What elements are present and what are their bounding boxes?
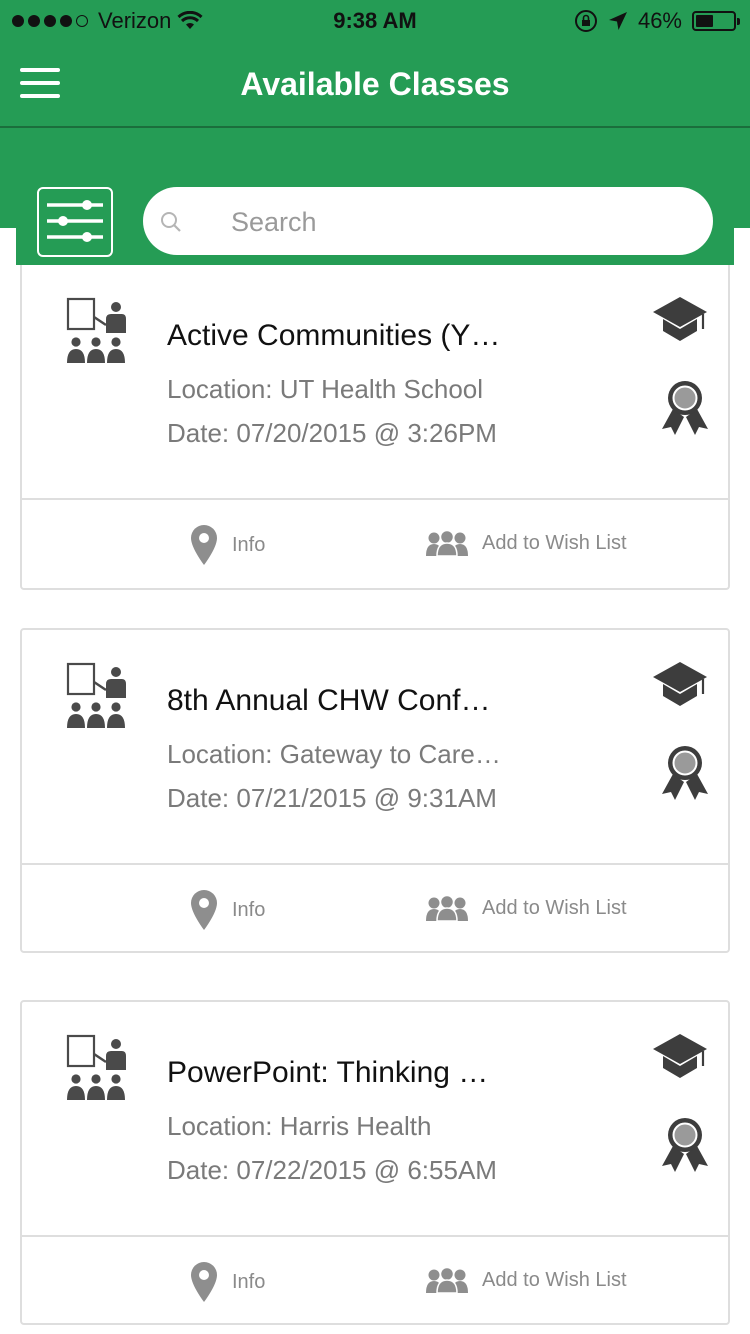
class-date: Date: 07/21/2015 @ 9:31AM bbox=[167, 783, 497, 813]
class-title: Active Communities (Y… bbox=[167, 319, 501, 352]
classroom-presentation-icon bbox=[66, 297, 126, 363]
group-users-icon bbox=[426, 895, 468, 921]
class-card[interactable]: PowerPoint: Thinking … Location: Harris … bbox=[20, 1000, 730, 1325]
info-button[interactable]: Info bbox=[190, 889, 265, 931]
add-to-wish-list-button[interactable]: Add to Wish List bbox=[426, 530, 627, 556]
battery-icon bbox=[692, 11, 740, 31]
add-to-wish-list-button[interactable]: Add to Wish List bbox=[426, 1267, 627, 1293]
classroom-presentation-icon bbox=[66, 662, 126, 728]
rotation-lock-icon bbox=[574, 10, 597, 32]
class-card-actions: Info Add to Wish List bbox=[22, 1237, 728, 1325]
info-label: Info bbox=[232, 898, 266, 921]
class-card[interactable]: 8th Annual CHW Conf… Location: Gateway t… bbox=[20, 628, 730, 953]
search-input[interactable] bbox=[229, 187, 693, 257]
award-ribbon-icon bbox=[662, 381, 708, 435]
graduation-cap-icon bbox=[653, 297, 707, 341]
map-pin-icon bbox=[191, 525, 217, 565]
sliders-filter-icon bbox=[47, 200, 103, 242]
wish-list-label: Add to Wish List bbox=[482, 896, 627, 919]
status-bar: Verizon 9:38 AM 46% bbox=[0, 0, 750, 40]
location-arrow-icon bbox=[608, 12, 627, 30]
classroom-presentation-icon bbox=[66, 1034, 126, 1100]
wish-list-label: Add to Wish List bbox=[482, 531, 627, 554]
class-card[interactable]: Active Communities (Y… Location: UT Heal… bbox=[20, 265, 730, 590]
group-users-icon bbox=[426, 1267, 468, 1293]
search-box[interactable] bbox=[143, 187, 713, 257]
class-card-actions: Info Add to Wish List bbox=[22, 500, 728, 588]
class-card-body[interactable]: Active Communities (Y… Location: UT Heal… bbox=[22, 265, 728, 500]
class-card-actions: Info Add to Wish List bbox=[22, 865, 728, 953]
class-card-body[interactable]: 8th Annual CHW Conf… Location: Gateway t… bbox=[22, 630, 728, 865]
graduation-cap-icon bbox=[653, 662, 707, 706]
add-to-wish-list-button[interactable]: Add to Wish List bbox=[426, 895, 627, 921]
info-button[interactable]: Info bbox=[190, 1261, 265, 1303]
award-ribbon-icon bbox=[662, 746, 708, 800]
class-title: PowerPoint: Thinking … bbox=[167, 1056, 489, 1089]
page-title: Available Classes bbox=[240, 66, 510, 102]
status-right-group: 46% bbox=[574, 8, 740, 34]
class-location: Location: UT Health School bbox=[167, 374, 484, 404]
award-ribbon-icon bbox=[662, 1118, 708, 1172]
class-date: Date: 07/22/2015 @ 6:55AM bbox=[167, 1155, 497, 1185]
wish-list-label: Add to Wish List bbox=[482, 1268, 627, 1291]
map-pin-icon bbox=[191, 1262, 217, 1302]
class-title: 8th Annual CHW Conf… bbox=[167, 684, 491, 717]
map-pin-icon bbox=[191, 890, 217, 930]
class-location: Location: Harris Health bbox=[167, 1111, 432, 1141]
class-card-body[interactable]: PowerPoint: Thinking … Location: Harris … bbox=[22, 1002, 728, 1237]
info-label: Info bbox=[232, 533, 266, 556]
battery-percent: 46% bbox=[637, 8, 682, 33]
app-header: Verizon 9:38 AM 46% Available Classes bbox=[0, 0, 750, 128]
group-users-icon bbox=[426, 530, 468, 556]
class-date: Date: 07/20/2015 @ 3:26PM bbox=[167, 418, 497, 448]
magnifier-icon bbox=[161, 212, 181, 232]
info-label: Info bbox=[232, 1270, 266, 1293]
class-location: Location: Gateway to Care… bbox=[167, 739, 501, 769]
filter-button[interactable] bbox=[37, 187, 113, 257]
info-button[interactable]: Info bbox=[190, 524, 265, 566]
graduation-cap-icon bbox=[653, 1034, 707, 1078]
